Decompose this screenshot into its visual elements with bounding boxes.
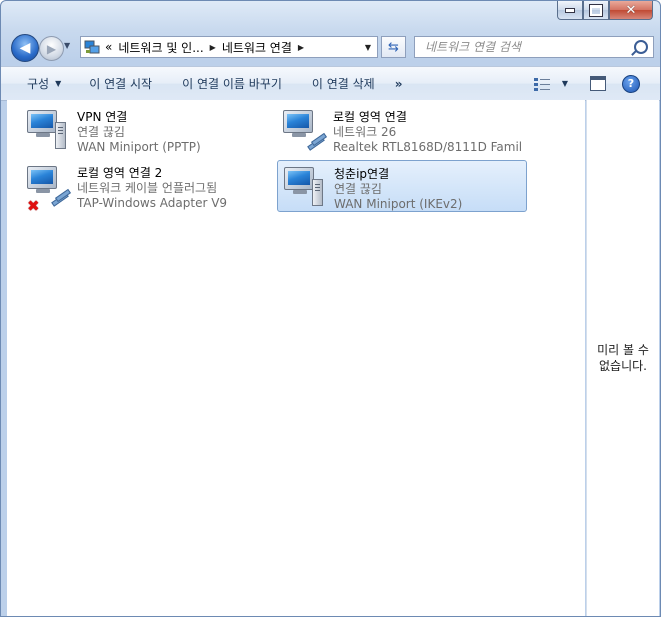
breadcrumb-item-network-sharing[interactable]: 네트워크 및 인... (118, 39, 203, 56)
navigation-bar: ◀ ▶ ▼ « 네트워크 및 인... ▶ 네트워크 연결 ▶ ▼ ⇆ (1, 32, 660, 62)
explorer-window: ✕ ◀ ▶ ▼ « 네트워크 및 인... ▶ 네트워크 연결 ▶ ▼ ⇆ 네트… (0, 0, 661, 617)
rename-connection-button[interactable]: 이 연결 이름 바꾸기 (174, 71, 290, 97)
connection-status: 네트워크 26 (333, 125, 397, 139)
list-item-vpn[interactable]: VPN 연결 연결 끊김 WAN Miniport (PPTP) (21, 104, 271, 156)
connection-name: 청춘ip연결 (334, 167, 390, 181)
close-button[interactable]: ✕ (609, 1, 653, 20)
breadcrumb-separator-icon[interactable]: ▶ (210, 43, 216, 52)
caption-buttons: ✕ (557, 1, 653, 21)
list-item-vpn-selected[interactable]: 청춘ip연결 연결 끊김 WAN Miniport (IKEv2) (277, 160, 527, 212)
network-folder-icon (84, 39, 100, 55)
maximize-button[interactable] (583, 1, 609, 20)
refresh-icon: ⇆ (388, 39, 399, 55)
connection-device: TAP-Windows Adapter V9 (77, 196, 228, 210)
minimize-icon (565, 7, 575, 13)
recent-pages-dropdown[interactable]: ▼ (64, 41, 74, 53)
network-cable-icon (49, 188, 71, 207)
connection-status: 연결 끊김 (77, 125, 125, 139)
connection-name: 로컬 영역 연결 (333, 110, 407, 124)
search-box[interactable] (414, 36, 654, 58)
preview-message-line: 없습니다. (599, 359, 647, 373)
command-bar: 구성 ▼ 이 연결 시작 이 연결 이름 바꾸기 이 연결 삭제 » ▼ ? (1, 66, 660, 101)
forward-button[interactable]: ▶ (39, 36, 64, 61)
address-bar[interactable]: « 네트워크 및 인... ▶ 네트워크 연결 ▶ ▼ (80, 36, 378, 58)
preview-pane: 미리 볼 수 없습니다. (586, 100, 659, 616)
connection-status: 연결 끊김 (334, 182, 382, 196)
search-input[interactable] (423, 39, 632, 55)
disconnected-x-icon: ✖ (27, 197, 40, 215)
vpn-icon (27, 108, 73, 154)
list-item-lan[interactable]: 로컬 영역 연결 네트워크 26 Realtek RTL8168D/8111D … (277, 104, 527, 156)
lan-icon: ✖ (27, 164, 73, 215)
breadcrumb-overflow[interactable]: « (105, 40, 112, 54)
delete-connection-button[interactable]: 이 연결 삭제 (304, 71, 383, 97)
back-arrow-icon: ◀ (19, 40, 31, 56)
vpn-icon (284, 165, 330, 211)
close-icon: ✕ (625, 2, 637, 18)
connection-device: WAN Miniport (PPTP) (77, 140, 201, 154)
view-list-icon (533, 77, 550, 91)
chevron-down-icon: ▼ (561, 79, 568, 88)
help-icon[interactable]: ? (622, 74, 640, 93)
connections-list: VPN 연결 연결 끊김 WAN Miniport (PPTP) 로컬 영역 연… (7, 100, 585, 616)
breadcrumb-separator-icon[interactable]: ▶ (298, 43, 304, 52)
connection-name: VPN 연결 (77, 110, 128, 124)
preview-message: 미리 볼 수 없습니다. (587, 342, 659, 374)
organize-label: 구성 (27, 77, 50, 91)
search-icon[interactable] (634, 40, 648, 54)
connection-device: WAN Miniport (IKEv2) (334, 197, 463, 211)
refresh-button[interactable]: ⇆ (381, 36, 406, 58)
lan-icon (283, 108, 329, 154)
change-view-button[interactable]: ▼ (533, 71, 568, 97)
more-commands-button[interactable]: » (387, 71, 411, 97)
breadcrumb: « 네트워크 및 인... ▶ 네트워크 연결 ▶ (100, 39, 310, 56)
chevron-down-icon: ▼ (55, 79, 62, 88)
connection-device: Realtek RTL8168D/8111D Famil... (333, 140, 521, 154)
preview-message-line: 미리 볼 수 (597, 343, 649, 357)
minimize-button[interactable] (557, 1, 583, 20)
chevron-down-icon: ▼ (64, 41, 71, 50)
chevron-down-icon: ▼ (364, 42, 372, 52)
back-button[interactable]: ◀ (11, 34, 39, 62)
list-item-lan-2[interactable]: ✖ 로컬 영역 연결 2 네트워크 케이블 언플러그됨 TAP-Windows … (21, 160, 271, 215)
forward-arrow-icon: ▶ (46, 41, 57, 56)
connection-status: 네트워크 케이블 언플러그됨 (77, 181, 218, 195)
preview-pane-icon[interactable] (590, 76, 606, 91)
address-dropdown-button[interactable]: ▼ (358, 37, 377, 57)
start-connection-button[interactable]: 이 연결 시작 (81, 71, 160, 97)
breadcrumb-item-network-connections[interactable]: 네트워크 연결 (222, 39, 292, 56)
connection-name: 로컬 영역 연결 2 (77, 166, 163, 180)
view-controls: ▼ ? (533, 67, 660, 100)
network-cable-icon (305, 132, 327, 151)
organize-menu-button[interactable]: 구성 ▼ (19, 71, 69, 97)
maximize-icon (589, 3, 603, 17)
